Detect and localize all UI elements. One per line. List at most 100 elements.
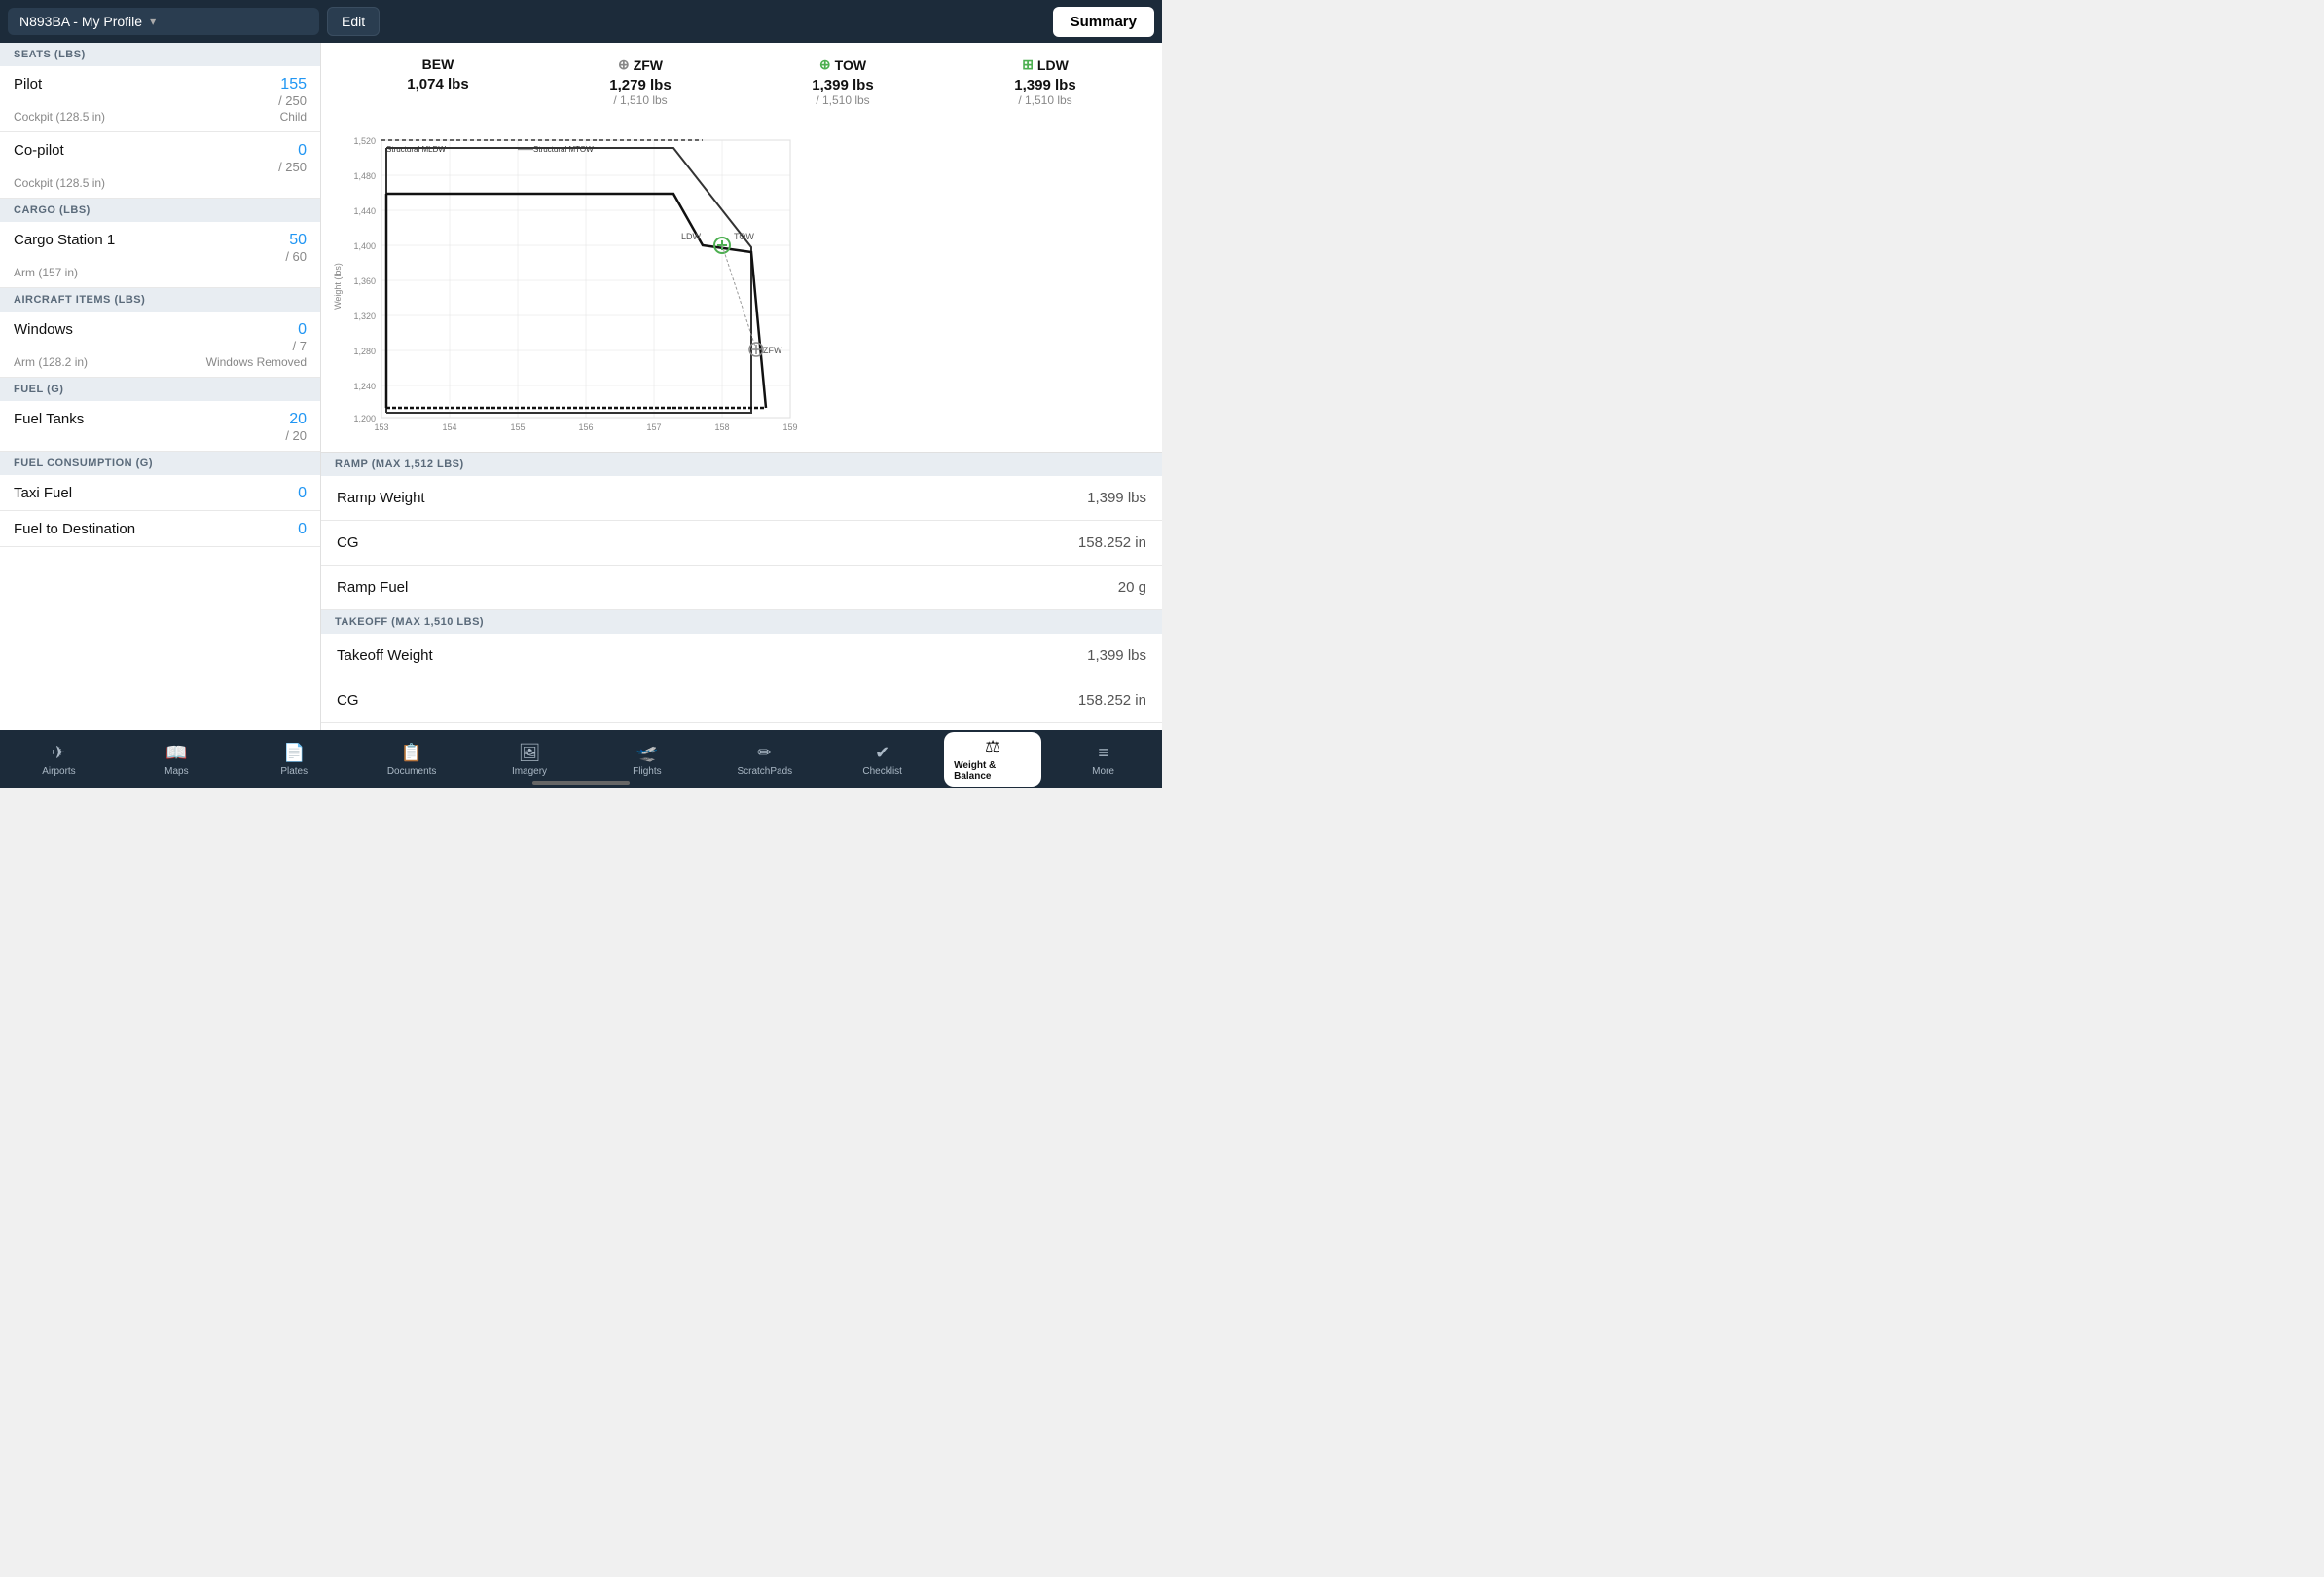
documents-icon: 📋 <box>401 743 422 763</box>
cargo1-arm: Arm (157 in) <box>14 266 78 279</box>
windows-note: Windows Removed <box>206 355 307 369</box>
svg-text:1,520: 1,520 <box>353 136 376 146</box>
takeoff-cg-value: 158.252 in <box>1078 692 1146 709</box>
svg-text:ZFW: ZFW <box>763 346 782 355</box>
takeoff-section-header: TAKEOFF (MAX 1,510 LBS) <box>321 610 1162 634</box>
svg-text:156: 156 <box>578 422 593 432</box>
ramp-cg-value: 158.252 in <box>1078 534 1146 551</box>
tow-value: 1,399 lbs <box>742 77 944 93</box>
profile-selector[interactable]: N893BA - My Profile ▾ <box>8 8 319 35</box>
item-name-pilot: Pilot <box>14 76 42 92</box>
takeoff-cg-row: CG 158.252 in <box>321 678 1162 723</box>
bottom-nav: ✈ Airports 📖 Maps 📄 Plates 📋 Documents 🖼… <box>0 730 1162 788</box>
nav-item-scratchpads[interactable]: ✏ ScratchPads <box>706 737 823 783</box>
section-header-cargo: CARGO (LBS) <box>0 199 320 222</box>
svg-text:1,480: 1,480 <box>353 171 376 181</box>
bew-value: 1,074 lbs <box>337 76 539 92</box>
copilot-arm: Cockpit (128.5 in) <box>14 176 105 190</box>
list-item-pilot[interactable]: Pilot 155 / 250 Cockpit (128.5 in) Child <box>0 66 320 132</box>
stat-zfw: ⊕ ZFW 1,279 lbs / 1,510 lbs <box>539 56 742 107</box>
nav-item-maps[interactable]: 📖 Maps <box>118 737 236 783</box>
nav-item-airports[interactable]: ✈ Airports <box>0 737 118 783</box>
list-item-copilot[interactable]: Co-pilot 0 / 250 Cockpit (128.5 in) <box>0 132 320 199</box>
ramp-fuel-label: Ramp Fuel <box>337 579 408 596</box>
svg-text:——Structural MTOW: ——Structural MTOW <box>518 145 594 154</box>
item-name-cargo1: Cargo Station 1 <box>14 232 115 248</box>
takeoff-weight-row: Takeoff Weight 1,399 lbs <box>321 634 1162 678</box>
section-header-fuel-consumption: FUEL CONSUMPTION (G) <box>0 452 320 475</box>
zfw-icon: ⊕ <box>618 56 630 73</box>
nav-item-weight-balance[interactable]: ⚖ Weight & Balance <box>944 732 1041 787</box>
airports-label: Airports <box>42 766 75 777</box>
summary-button[interactable]: Summary <box>1053 7 1154 37</box>
ramp-cg-label: CG <box>337 534 359 551</box>
list-item-fuel-destination[interactable]: Fuel to Destination 0 <box>0 511 320 547</box>
weight-balance-icon: ⚖ <box>985 737 1000 757</box>
section-header-seats: SEATS (LBS) <box>0 43 320 66</box>
pilot-max: / 250 <box>278 93 307 108</box>
svg-text:1,440: 1,440 <box>353 206 376 216</box>
svg-text:1,200: 1,200 <box>353 414 376 423</box>
cargo1-value: 50 <box>285 232 307 249</box>
nav-item-imagery[interactable]: 🖼 Imagery <box>471 737 589 783</box>
list-item-taxi-fuel[interactable]: Taxi Fuel 0 <box>0 475 320 511</box>
weight-balance-chart: 1,520 1,480 1,440 1,400 1,360 1,320 1,28… <box>321 121 1162 453</box>
ldw-icon: ⊞ <box>1022 56 1034 73</box>
copilot-value: 0 <box>278 142 307 160</box>
ramp-cg-row: CG 158.252 in <box>321 521 1162 566</box>
tow-label: TOW <box>835 57 866 73</box>
maps-icon: 📖 <box>165 743 187 763</box>
nav-item-documents[interactable]: 📋 Documents <box>353 737 471 783</box>
chevron-down-icon: ▾ <box>150 15 156 28</box>
checklist-icon: ✔ <box>875 743 890 763</box>
tow-icon: ⊕ <box>819 56 831 73</box>
svg-text:1,240: 1,240 <box>353 382 376 391</box>
profile-name: N893BA - My Profile <box>19 14 142 29</box>
svg-text:1,400: 1,400 <box>353 241 376 251</box>
zfw-value: 1,279 lbs <box>539 77 742 93</box>
plates-icon: 📄 <box>283 743 305 763</box>
imagery-icon: 🖼 <box>519 743 541 763</box>
stat-tow: ⊕ TOW 1,399 lbs / 1,510 lbs <box>742 56 944 107</box>
nav-item-plates[interactable]: 📄 Plates <box>236 737 353 783</box>
nav-item-more[interactable]: ≡ More <box>1044 737 1162 783</box>
edit-button[interactable]: Edit <box>327 7 380 36</box>
windows-value: 0 <box>293 321 307 339</box>
left-panel: SEATS (LBS) Pilot 155 / 250 Cockpit (128… <box>0 43 321 730</box>
nav-item-flights[interactable]: 🛫 Flights <box>588 737 706 783</box>
cargo1-max: / 60 <box>285 249 307 264</box>
windows-arm: Arm (128.2 in) <box>14 355 88 369</box>
more-label: More <box>1092 766 1114 777</box>
item-name-taxi-fuel: Taxi Fuel <box>14 485 72 501</box>
list-item-cargo1[interactable]: Cargo Station 1 50 / 60 Arm (157 in) <box>0 222 320 288</box>
tow-limit: / 1,510 lbs <box>742 93 944 107</box>
ramp-fuel-row: Ramp Fuel 20 g <box>321 566 1162 610</box>
pilot-arm: Cockpit (128.5 in) <box>14 110 105 124</box>
stats-row: BEW 1,074 lbs ⊕ ZFW 1,279 lbs / 1,510 lb… <box>321 43 1162 121</box>
svg-text:1,320: 1,320 <box>353 312 376 321</box>
top-bar: N893BA - My Profile ▾ Edit Summary <box>0 0 1162 43</box>
ramp-weight-value: 1,399 lbs <box>1087 490 1146 506</box>
more-icon: ≡ <box>1098 743 1108 763</box>
pilot-note: Child <box>280 110 307 124</box>
svg-text:153: 153 <box>374 422 388 432</box>
list-item-windows[interactable]: Windows 0 / 7 Arm (128.2 in) Windows Rem… <box>0 312 320 378</box>
plates-label: Plates <box>280 766 308 777</box>
svg-text:158: 158 <box>714 422 729 432</box>
section-header-fuel: FUEL (G) <box>0 378 320 401</box>
nav-item-checklist[interactable]: ✔ Checklist <box>823 737 941 783</box>
list-item-fuel-tanks[interactable]: Fuel Tanks 20 / 20 <box>0 401 320 452</box>
takeoff-fuel-row: Takeoff Fuel 20 g <box>321 723 1162 730</box>
svg-text:Weight (lbs): Weight (lbs) <box>333 263 343 310</box>
bew-limit <box>337 92 539 106</box>
copilot-max: / 250 <box>278 160 307 174</box>
maps-label: Maps <box>164 766 188 777</box>
stat-ldw: ⊞ LDW 1,399 lbs / 1,510 lbs <box>944 56 1146 107</box>
svg-text:159: 159 <box>782 422 797 432</box>
svg-text:154: 154 <box>442 422 456 432</box>
ramp-weight-row: Ramp Weight 1,399 lbs <box>321 476 1162 521</box>
pilot-value: 155 <box>278 76 307 93</box>
item-name-fuel-destination: Fuel to Destination <box>14 521 135 537</box>
ramp-section-header: RAMP (MAX 1,512 LBS) <box>321 453 1162 476</box>
flights-icon: 🛫 <box>636 743 658 763</box>
